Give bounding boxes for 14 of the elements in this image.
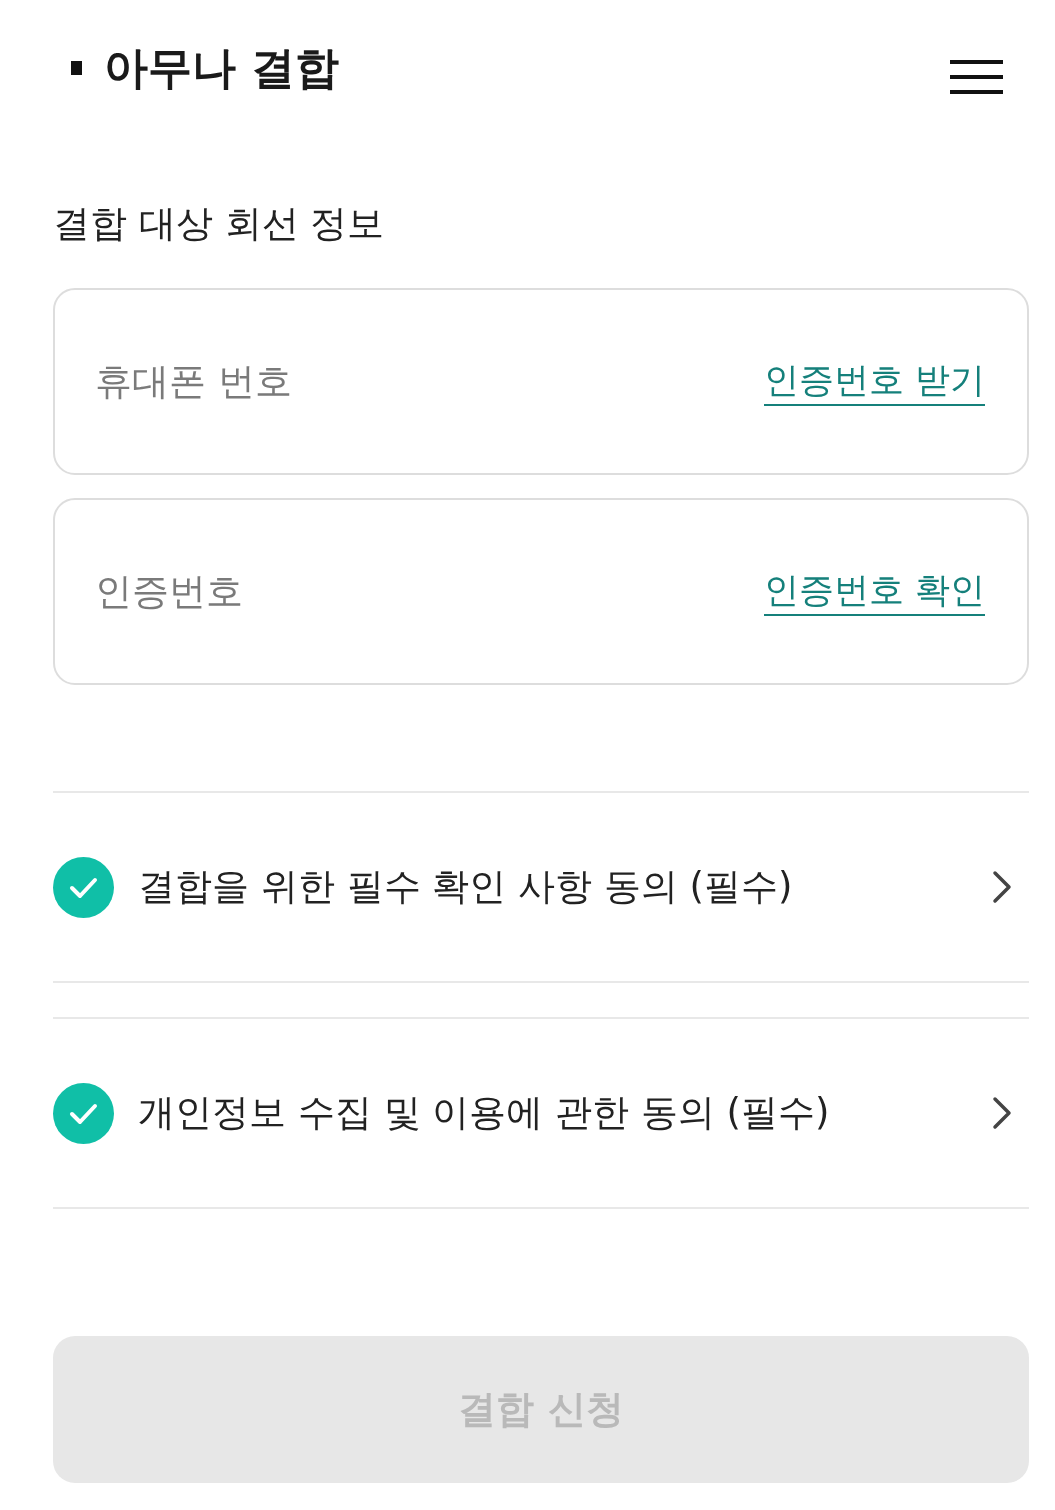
input-field[interactable]: 휴대폰 번호 인증번호 받기	[53, 288, 1029, 475]
chevron-right-icon[interactable]	[991, 1096, 1013, 1130]
check-circle-icon[interactable]	[53, 856, 114, 918]
check-circle-icon[interactable]	[53, 1082, 114, 1144]
verification-link[interactable]: 인증번호 받기	[763, 357, 985, 406]
menu-icon[interactable]	[950, 60, 1003, 94]
square-bullet-icon	[71, 61, 82, 75]
agreement-label: 결합을 위한 필수 확인 사항 동의 (필수)	[138, 864, 794, 910]
input-field[interactable]: 인증번호 인증번호 확인	[53, 498, 1029, 685]
chevron-right-icon[interactable]	[991, 870, 1013, 904]
agreement-label: 개인정보 수집 및 이용에 관한 동의 (필수)	[138, 1090, 831, 1136]
section-title: 결합 대상 회선 정보	[53, 201, 386, 247]
verification-link[interactable]: 인증번호 확인	[763, 567, 985, 616]
page-title: 아무나 결합	[104, 41, 340, 95]
